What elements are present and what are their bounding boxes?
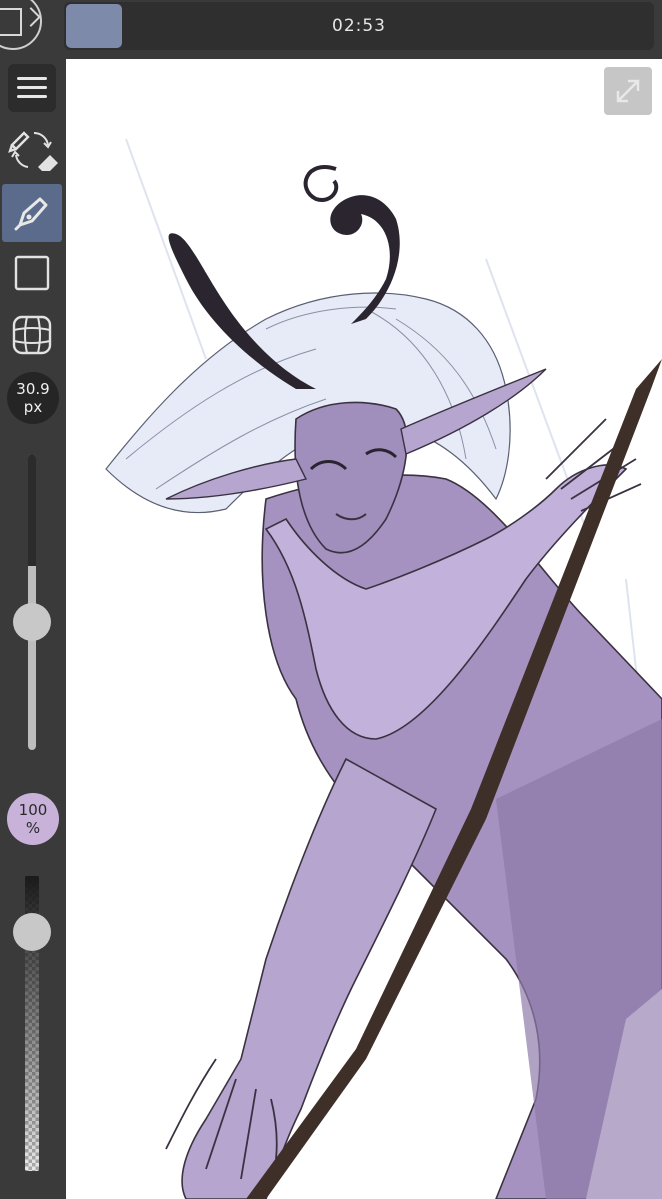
session-timer: 02:53 xyxy=(332,16,386,36)
brush-size-slider[interactable] xyxy=(28,454,36,750)
sidebar-toggle-button[interactable] xyxy=(0,0,42,50)
status-bar: 02:53 xyxy=(64,2,654,50)
brush-size-slider-empty xyxy=(28,454,36,566)
artwork-illustration xyxy=(105,138,662,1199)
chevron-right-icon xyxy=(21,7,41,27)
menu-button[interactable] xyxy=(8,64,56,112)
grid-transform-button[interactable] xyxy=(2,306,62,364)
opacity-indicator[interactable]: 100 % xyxy=(7,793,59,845)
pen-tool-button[interactable] xyxy=(2,184,62,242)
grid-transform-icon xyxy=(12,315,52,355)
opacity-unit: % xyxy=(25,819,41,837)
brush-size-slider-thumb[interactable] xyxy=(13,603,51,641)
expand-canvas-button[interactable] xyxy=(604,67,652,115)
opacity-value: 100 xyxy=(18,801,48,819)
brush-size-value: 30.9 xyxy=(16,380,50,398)
panel-icon xyxy=(0,8,22,36)
rectangle-select-icon xyxy=(14,255,50,291)
menu-icon xyxy=(17,77,47,80)
pen-eraser-swap-button[interactable] xyxy=(2,122,62,180)
menu-icon-line xyxy=(17,86,47,89)
top-bar: 02:53 xyxy=(0,0,662,56)
left-toolbar: 30.9 px 100 % xyxy=(0,56,64,1199)
expand-icon xyxy=(616,79,640,103)
menu-icon-line xyxy=(17,95,47,98)
brush-size-indicator[interactable]: 30.9 px xyxy=(7,372,59,424)
drawing-canvas[interactable] xyxy=(66,59,662,1199)
pen-eraser-swap-icon xyxy=(8,131,58,171)
opacity-slider-thumb[interactable] xyxy=(13,913,51,951)
rectangle-select-button[interactable] xyxy=(2,244,62,302)
current-color-swatch[interactable] xyxy=(66,4,122,48)
brush-size-unit: px xyxy=(23,398,43,416)
pen-icon xyxy=(14,197,48,231)
